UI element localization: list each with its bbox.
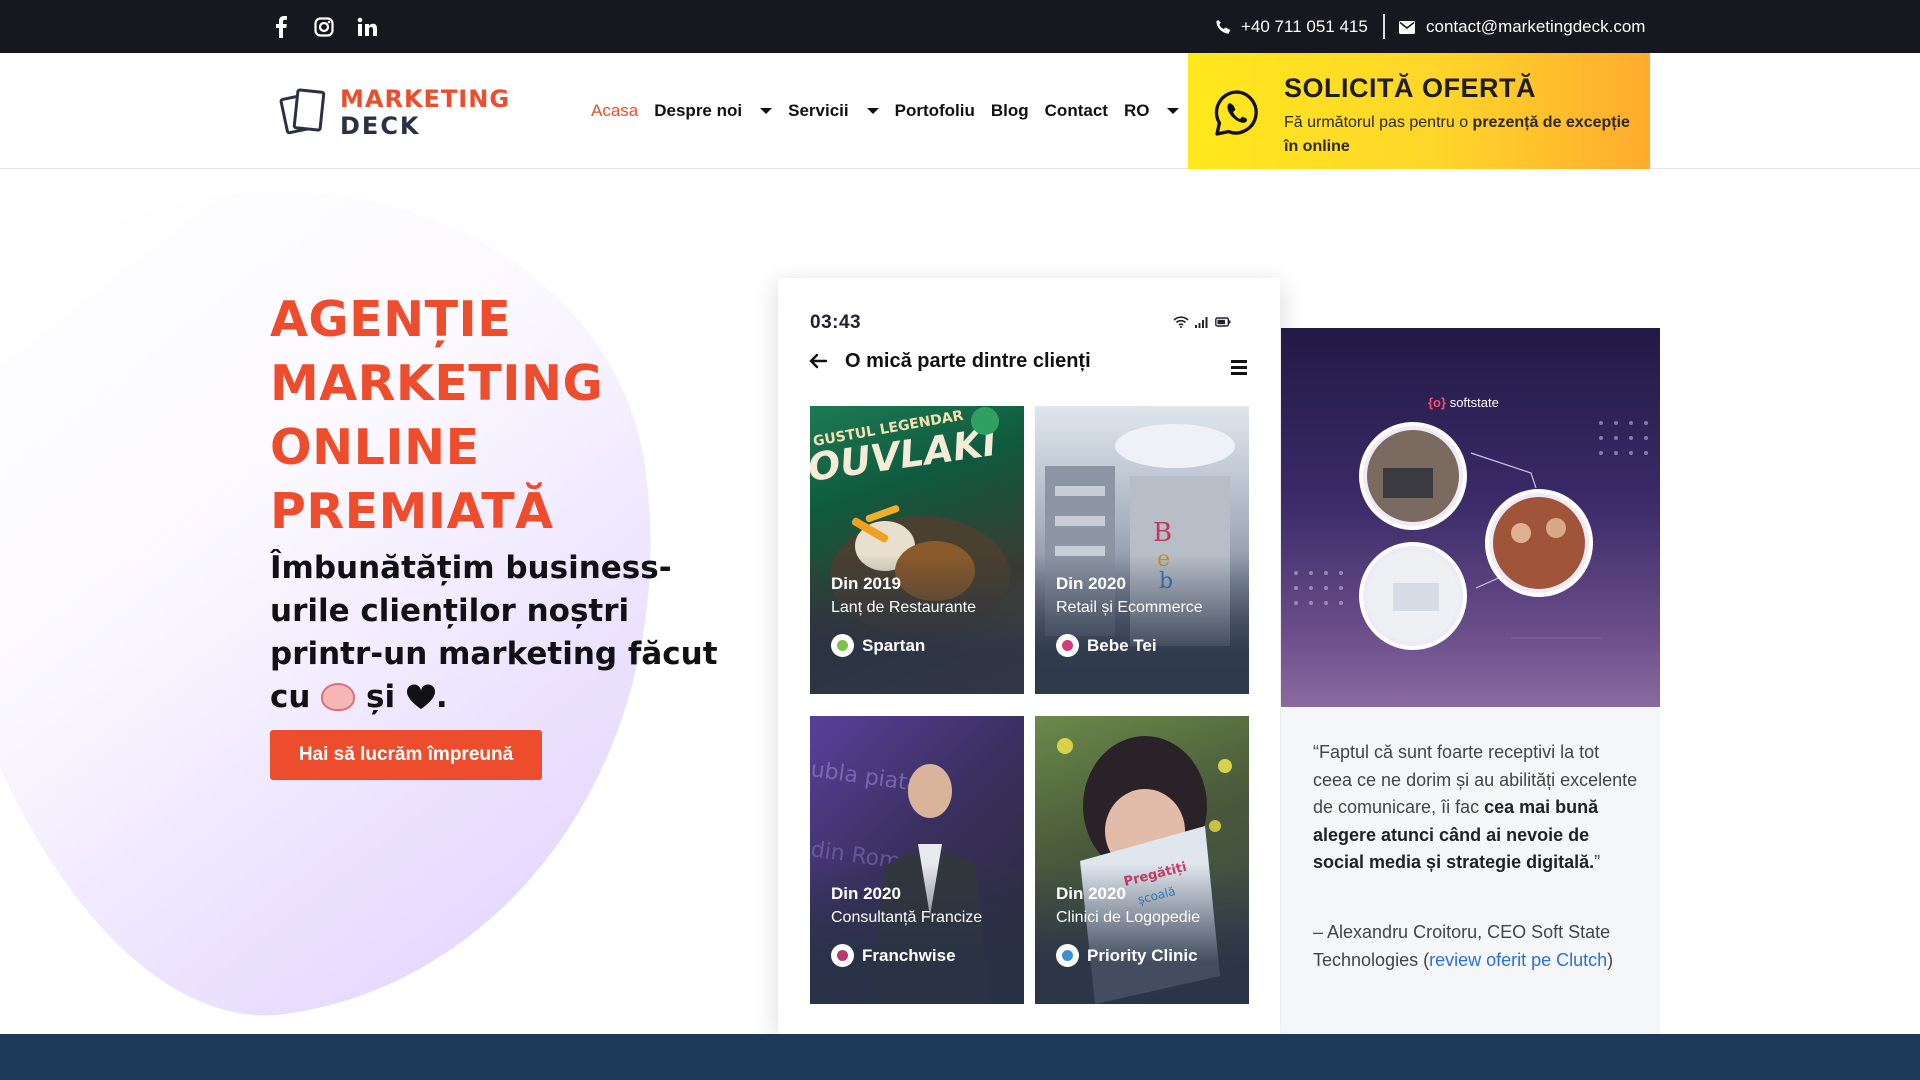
client-card-bebe-tei[interactable]: B e b Din 2020 Retail și Ecommerce Bebe …	[1035, 406, 1249, 694]
clutch-review-link[interactable]: review oferit pe Clutch	[1429, 950, 1607, 970]
client-card-franchwise[interactable]: ubla piata din Rom Din 2020 Consultanță …	[810, 716, 1024, 1004]
cards-logo-icon	[279, 88, 326, 135]
nav-item-contact[interactable]: Contact	[1045, 101, 1108, 121]
instagram-icon[interactable]	[311, 14, 337, 40]
nav-item-despre-noi[interactable]: Despre noi	[654, 101, 773, 121]
clients-phone-mockup: 03:43 O mică parte dintre clienți GUSTUL…	[778, 278, 1280, 1034]
chevron-down-icon	[760, 108, 773, 114]
client-logo-badge	[1056, 634, 1079, 657]
heart-icon	[406, 684, 435, 709]
client-name: Spartan	[862, 635, 926, 655]
client-logo-badge	[831, 634, 854, 657]
testimonial-image: {o} softstate	[1281, 328, 1660, 707]
wifi-icon	[1173, 316, 1189, 328]
client-year: Din 2020	[1056, 574, 1126, 593]
battery-icon	[1215, 317, 1231, 327]
logo[interactable]: MARKETING DECK	[278, 83, 511, 141]
client-category: Retail și Ecommerce	[1056, 599, 1203, 616]
hero-subtitle: Îmbunătățim business-urile clienților no…	[270, 547, 740, 719]
nav-label: Despre noi	[654, 101, 743, 120]
top-bar: +40 711 051 415 contact@marketingdeck.co…	[0, 0, 1920, 53]
nav-item-servicii[interactable]: Servicii	[788, 101, 879, 121]
testimonial-quote: “Faptul că sunt foarte receptivi la tot …	[1313, 739, 1639, 877]
nav-label: Portofoliu	[894, 101, 975, 120]
client-category: Consultanță Francize	[831, 909, 983, 926]
nav-label: Acasa	[591, 101, 639, 120]
svg-text:ubla piata: ubla piata	[810, 757, 922, 797]
work-together-button[interactable]: Hai să lucrăm împreună	[270, 730, 542, 780]
client-logo-badge	[1056, 944, 1079, 967]
email-address: contact@marketingdeck.com	[1426, 17, 1646, 36]
client-name-row: Priority Clinic	[1056, 944, 1198, 967]
hero-subtitle-and: și	[355, 679, 406, 715]
author-end: )	[1607, 949, 1614, 970]
chevron-down-icon	[866, 108, 879, 114]
back-arrow-icon[interactable]	[808, 351, 828, 371]
nav-label: Servicii	[788, 101, 849, 120]
phone-icon	[1216, 20, 1231, 34]
chevron-down-icon	[1167, 108, 1180, 114]
client-name-row: Franchwise	[831, 944, 956, 967]
whatsapp-icon	[1214, 90, 1258, 136]
topbar-divider	[1383, 14, 1385, 39]
nav-item-acasa[interactable]: Acasa	[591, 101, 638, 121]
hero-title: AGENȚIE MARKETING ONLINE PREMIATĂ	[270, 291, 604, 540]
client-card-spartan[interactable]: GUSTUL LEGENDAR OUVLAKI Din 2019 Lanț de…	[810, 406, 1024, 694]
client-category: Lanț de Restaurante	[831, 599, 976, 616]
hero-subtitle-end: .	[435, 679, 448, 715]
client-name: Priority Clinic	[1087, 945, 1198, 965]
client-name-row: Bebe Tei	[1056, 634, 1157, 657]
offer-subtitle: Fă următorul pas pentru o prezență de ex…	[1284, 111, 1634, 159]
site-header: MARKETING DECK Acasa Despre noi Servicii…	[0, 53, 1920, 169]
phone-contact[interactable]: +40 711 051 415	[1215, 14, 1368, 40]
client-category: Clinici de Logopedie	[1056, 909, 1201, 926]
client-year: Din 2019	[831, 574, 901, 593]
linkedin-icon[interactable]	[354, 14, 380, 40]
client-name-row: Spartan	[831, 634, 925, 657]
nav-label: RO	[1123, 101, 1150, 120]
envelope-icon	[1399, 20, 1415, 34]
phone-number: +40 711 051 415	[1241, 17, 1368, 36]
client-year: Din 2020	[1056, 884, 1126, 903]
svg-text:B: B	[1153, 518, 1172, 548]
client-logo-badge	[831, 944, 854, 967]
nav-item-portofoliu[interactable]: Portofoliu	[895, 101, 975, 121]
quote-end: ”	[1594, 852, 1601, 872]
client-name: Bebe Tei	[1087, 635, 1157, 655]
hamburger-menu-icon[interactable]	[1231, 360, 1247, 375]
main-navigation: Acasa Despre noi Servicii Portofoliu Blo…	[591, 53, 1195, 169]
client-name: Franchwise	[862, 945, 956, 965]
logo-text-deck: DECK	[340, 112, 421, 140]
offer-title: SOLICITĂ OFERTĂ	[1284, 73, 1536, 103]
phone-time: 03:43	[810, 312, 862, 333]
nav-label: Blog	[990, 101, 1029, 120]
offer-subtitle-text: Fă următorul pas pentru o	[1284, 114, 1473, 131]
nav-item-language[interactable]: RO	[1124, 101, 1180, 121]
nav-item-blog[interactable]: Blog	[991, 101, 1029, 121]
phone-status-icons	[1173, 316, 1231, 328]
next-section-band	[0, 1034, 1920, 1080]
brain-emoji-icon	[321, 683, 356, 711]
nav-label: Contact	[1044, 101, 1108, 120]
testimonial-card: “Faptul că sunt foarte receptivi la tot …	[1281, 707, 1660, 1034]
phone-screen-title: O mică parte dintre clienți	[845, 350, 1091, 372]
facebook-icon[interactable]	[268, 14, 294, 40]
team-photos-collage	[1294, 421, 1648, 650]
client-card-priority-clinic[interactable]: Pregătiți școală Din 2020 Clinici de Log…	[1035, 716, 1249, 1004]
email-contact[interactable]: contact@marketingdeck.com	[1399, 14, 1645, 40]
request-offer-button[interactable]: SOLICITĂ OFERTĂ Fă următorul pas pentru …	[1188, 53, 1650, 169]
client-year: Din 2020	[831, 884, 901, 903]
testimonial-author: – Alexandru Croitoru, CEO Soft State Tec…	[1313, 919, 1639, 974]
signal-icon	[1195, 317, 1208, 328]
logo-text-marketing: MARKETING	[340, 85, 511, 113]
